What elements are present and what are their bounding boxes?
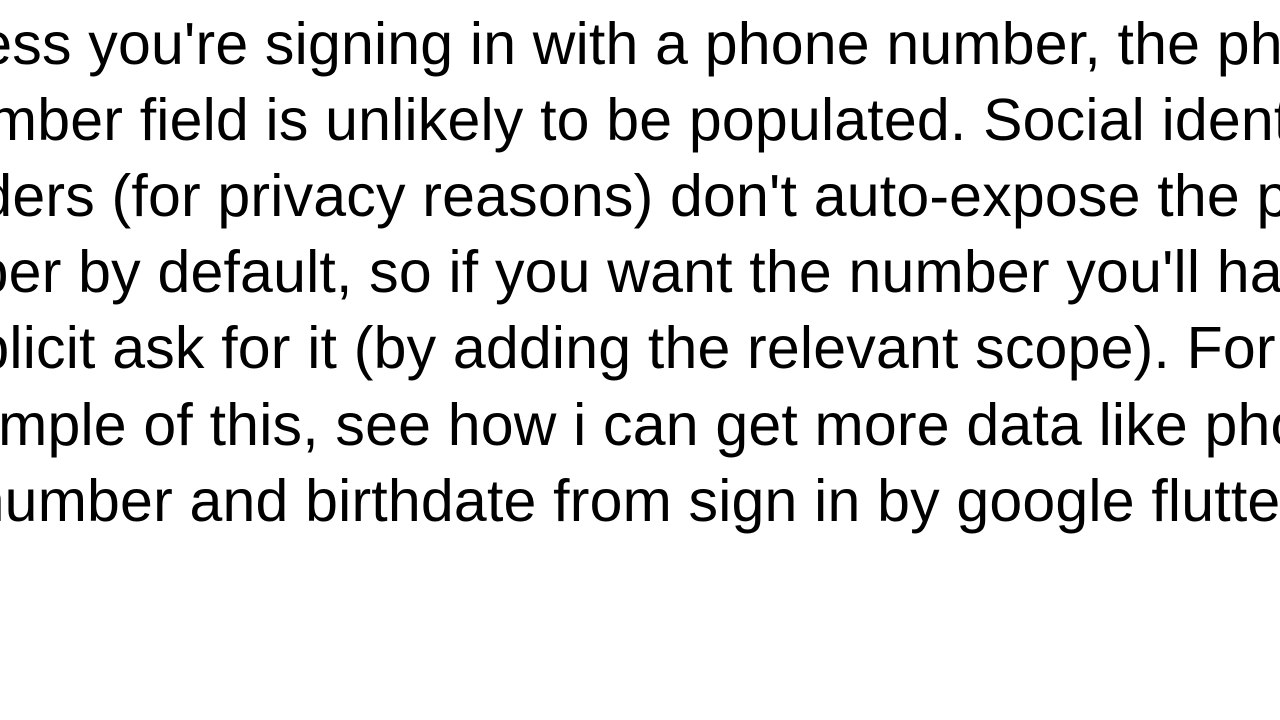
document-viewport: Unless you're signing in with a phone nu… [0,0,1280,720]
body-paragraph: Unless you're signing in with a phone nu… [0,6,1280,539]
